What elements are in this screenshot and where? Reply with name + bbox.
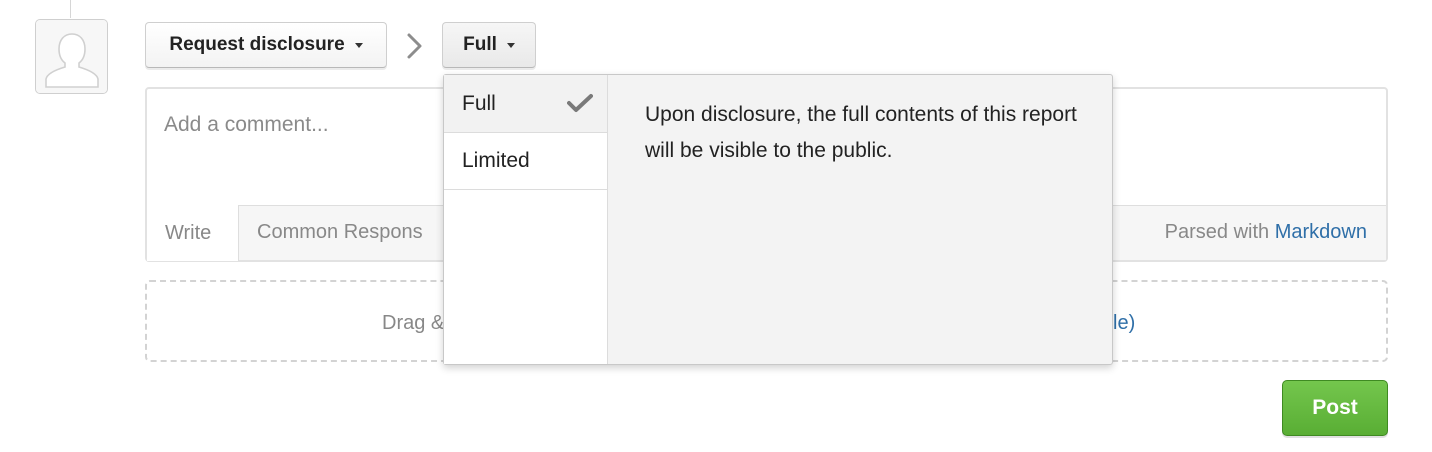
visibility-dropdown-button[interactable]: Full (442, 22, 536, 68)
timeline-line (70, 0, 71, 18)
chevron-right-icon (407, 33, 422, 59)
user-silhouette-icon (36, 20, 107, 93)
avatar (35, 19, 108, 94)
option-limited[interactable]: Limited (444, 133, 607, 190)
option-label: Full (462, 91, 496, 115)
visibility-description: Upon disclosure, the full contents of th… (645, 103, 1077, 162)
visibility-options: Full Limited (444, 75, 608, 364)
comment-input[interactable]: Add a comment... (164, 113, 329, 137)
tab-common-responses[interactable]: Common Respons (257, 221, 423, 244)
check-icon (567, 94, 593, 112)
post-button[interactable]: Post (1282, 380, 1388, 436)
parsed-with-text: Parsed with (1164, 221, 1270, 243)
markdown-link[interactable]: Markdown (1275, 221, 1367, 243)
request-disclosure-label: Request disclosure (169, 34, 345, 55)
visibility-dropdown-menu: Full Limited Upon disclosure, the full c… (443, 74, 1113, 365)
visibility-label: Full (463, 34, 497, 55)
markdown-note: Parsed with Markdown (1165, 221, 1367, 244)
option-label: Limited (462, 149, 530, 172)
dropzone-text: Drag & (382, 312, 445, 334)
request-disclosure-dropdown-button[interactable]: Request disclosure (145, 22, 387, 68)
option-full[interactable]: Full (444, 75, 607, 133)
tab-write[interactable]: Write (147, 205, 239, 261)
caret-down-icon (354, 42, 363, 48)
caret-down-icon (506, 42, 515, 48)
